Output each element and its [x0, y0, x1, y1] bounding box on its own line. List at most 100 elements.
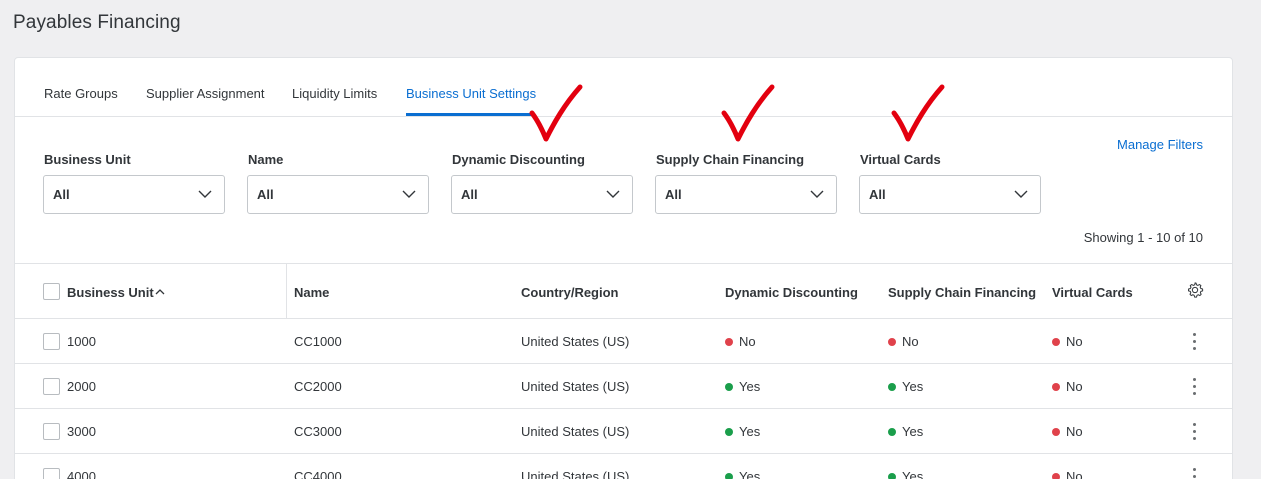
- tab-liquidity-limits[interactable]: Liquidity Limits: [292, 86, 377, 101]
- tab-rate-groups[interactable]: Rate Groups: [44, 86, 118, 101]
- status-no-dot: [1052, 473, 1060, 479]
- status-text: Yes: [739, 424, 761, 439]
- status-yes-dot: [888, 383, 896, 391]
- cell-country: United States (US): [521, 379, 630, 394]
- status-no-dot: [1052, 338, 1060, 346]
- status-text: Yes: [902, 379, 924, 394]
- table-row[interactable]: 3000 CC3000 United States (US) Yes Yes N…: [15, 409, 1232, 454]
- cell-supply-chain-financing: Yes: [888, 379, 923, 394]
- status-yes-dot: [888, 428, 896, 436]
- status-yes-dot: [725, 383, 733, 391]
- cell-country: United States (US): [521, 469, 630, 479]
- column-header-country-region[interactable]: Country/Region: [521, 285, 619, 300]
- column-header-name[interactable]: Name: [294, 285, 329, 300]
- status-yes-dot: [725, 473, 733, 479]
- chevron-down-icon: [1014, 190, 1028, 198]
- cell-virtual-cards: No: [1052, 379, 1083, 394]
- cell-business-unit: 3000: [67, 424, 96, 439]
- row-checkbox[interactable]: [43, 468, 60, 479]
- cell-virtual-cards: No: [1052, 469, 1083, 479]
- select-value: All: [665, 187, 682, 202]
- status-yes-dot: [725, 428, 733, 436]
- filter-label-supply-chain-financing: Supply Chain Financing: [656, 152, 805, 167]
- manage-filters-link[interactable]: Manage Filters: [1117, 137, 1203, 152]
- column-header-business-unit[interactable]: Business Unit: [67, 285, 154, 300]
- cell-supply-chain-financing: No: [888, 334, 919, 349]
- active-tab-indicator: [406, 113, 531, 116]
- table-header: Business Unit Name Country/Region Dynami…: [15, 263, 1232, 319]
- row-checkbox[interactable]: [43, 423, 60, 440]
- chevron-down-icon: [810, 190, 824, 198]
- status-text: No: [902, 334, 919, 349]
- virtual-cards-select[interactable]: All: [859, 175, 1041, 214]
- select-all-checkbox[interactable]: [43, 283, 60, 300]
- chevron-down-icon: [402, 190, 416, 198]
- cell-virtual-cards: No: [1052, 424, 1083, 439]
- select-value: All: [461, 187, 478, 202]
- row-checkbox[interactable]: [43, 378, 60, 395]
- cell-business-unit: 2000: [67, 379, 96, 394]
- status-text: Yes: [902, 469, 924, 479]
- cell-dynamic-discounting: Yes: [725, 379, 760, 394]
- filter-label-business-unit: Business Unit: [44, 152, 131, 167]
- status-no-dot: [1052, 383, 1060, 391]
- cell-country: United States (US): [521, 424, 630, 439]
- more-vertical-icon[interactable]: [1193, 421, 1197, 441]
- filter-label-dynamic-discounting: Dynamic Discounting: [452, 152, 585, 167]
- filter-label-virtual-cards: Virtual Cards: [860, 152, 941, 167]
- select-value: All: [257, 187, 274, 202]
- cell-supply-chain-financing: Yes: [888, 424, 923, 439]
- main-card: Rate Groups Supplier Assignment Liquidit…: [14, 57, 1233, 479]
- status-text: No: [1066, 334, 1083, 349]
- cell-dynamic-discounting: No: [725, 334, 756, 349]
- status-no-dot: [725, 338, 733, 346]
- status-text: No: [1066, 424, 1083, 439]
- name-select[interactable]: All: [247, 175, 429, 214]
- results-count: Showing 1 - 10 of 10: [1083, 230, 1203, 245]
- tab-supplier-assignment[interactable]: Supplier Assignment: [146, 86, 265, 101]
- more-vertical-icon[interactable]: [1193, 331, 1197, 351]
- more-vertical-icon[interactable]: [1193, 466, 1197, 479]
- sort-ascending-icon[interactable]: [155, 288, 165, 295]
- status-text: Yes: [739, 379, 761, 394]
- cell-virtual-cards: No: [1052, 334, 1083, 349]
- select-value: All: [869, 187, 886, 202]
- cell-country: United States (US): [521, 334, 630, 349]
- status-text: Yes: [739, 469, 761, 479]
- filter-label-name: Name: [248, 152, 284, 167]
- column-divider: [286, 264, 287, 318]
- cell-dynamic-discounting: Yes: [725, 469, 760, 479]
- supply-chain-financing-select[interactable]: All: [655, 175, 837, 214]
- column-header-supply-chain-financing[interactable]: Supply Chain Financing: [888, 285, 1036, 300]
- cell-name: CC2000: [294, 379, 342, 394]
- status-no-dot: [888, 338, 896, 346]
- select-value: All: [53, 187, 70, 202]
- status-text: No: [1066, 379, 1083, 394]
- cell-supply-chain-financing: Yes: [888, 469, 923, 479]
- row-checkbox[interactable]: [43, 333, 60, 350]
- business-unit-select[interactable]: All: [43, 175, 225, 214]
- table-row[interactable]: 2000 CC2000 United States (US) Yes Yes N…: [15, 364, 1232, 409]
- cell-business-unit: 1000: [67, 334, 96, 349]
- status-text: Yes: [902, 424, 924, 439]
- cell-name: CC1000: [294, 334, 342, 349]
- dynamic-discounting-select[interactable]: All: [451, 175, 633, 214]
- status-text: No: [1066, 469, 1083, 479]
- tab-business-unit-settings[interactable]: Business Unit Settings: [406, 86, 536, 101]
- table-row[interactable]: 1000 CC1000 United States (US) No No No: [15, 319, 1232, 364]
- page-title: Payables Financing: [13, 12, 181, 33]
- cell-business-unit: 4000: [67, 469, 96, 479]
- table-row[interactable]: 4000 CC4000 United States (US) Yes Yes N…: [15, 454, 1232, 479]
- status-yes-dot: [888, 473, 896, 479]
- chevron-down-icon: [606, 190, 620, 198]
- status-no-dot: [1052, 428, 1060, 436]
- more-vertical-icon[interactable]: [1193, 376, 1197, 396]
- tab-bar: Rate Groups Supplier Assignment Liquidit…: [15, 58, 1232, 117]
- cell-name: CC4000: [294, 469, 342, 479]
- column-header-dynamic-discounting[interactable]: Dynamic Discounting: [725, 285, 858, 300]
- gear-icon[interactable]: [1185, 280, 1205, 300]
- chevron-down-icon: [198, 190, 212, 198]
- column-header-virtual-cards[interactable]: Virtual Cards: [1052, 285, 1133, 300]
- cell-name: CC3000: [294, 424, 342, 439]
- cell-dynamic-discounting: Yes: [725, 424, 760, 439]
